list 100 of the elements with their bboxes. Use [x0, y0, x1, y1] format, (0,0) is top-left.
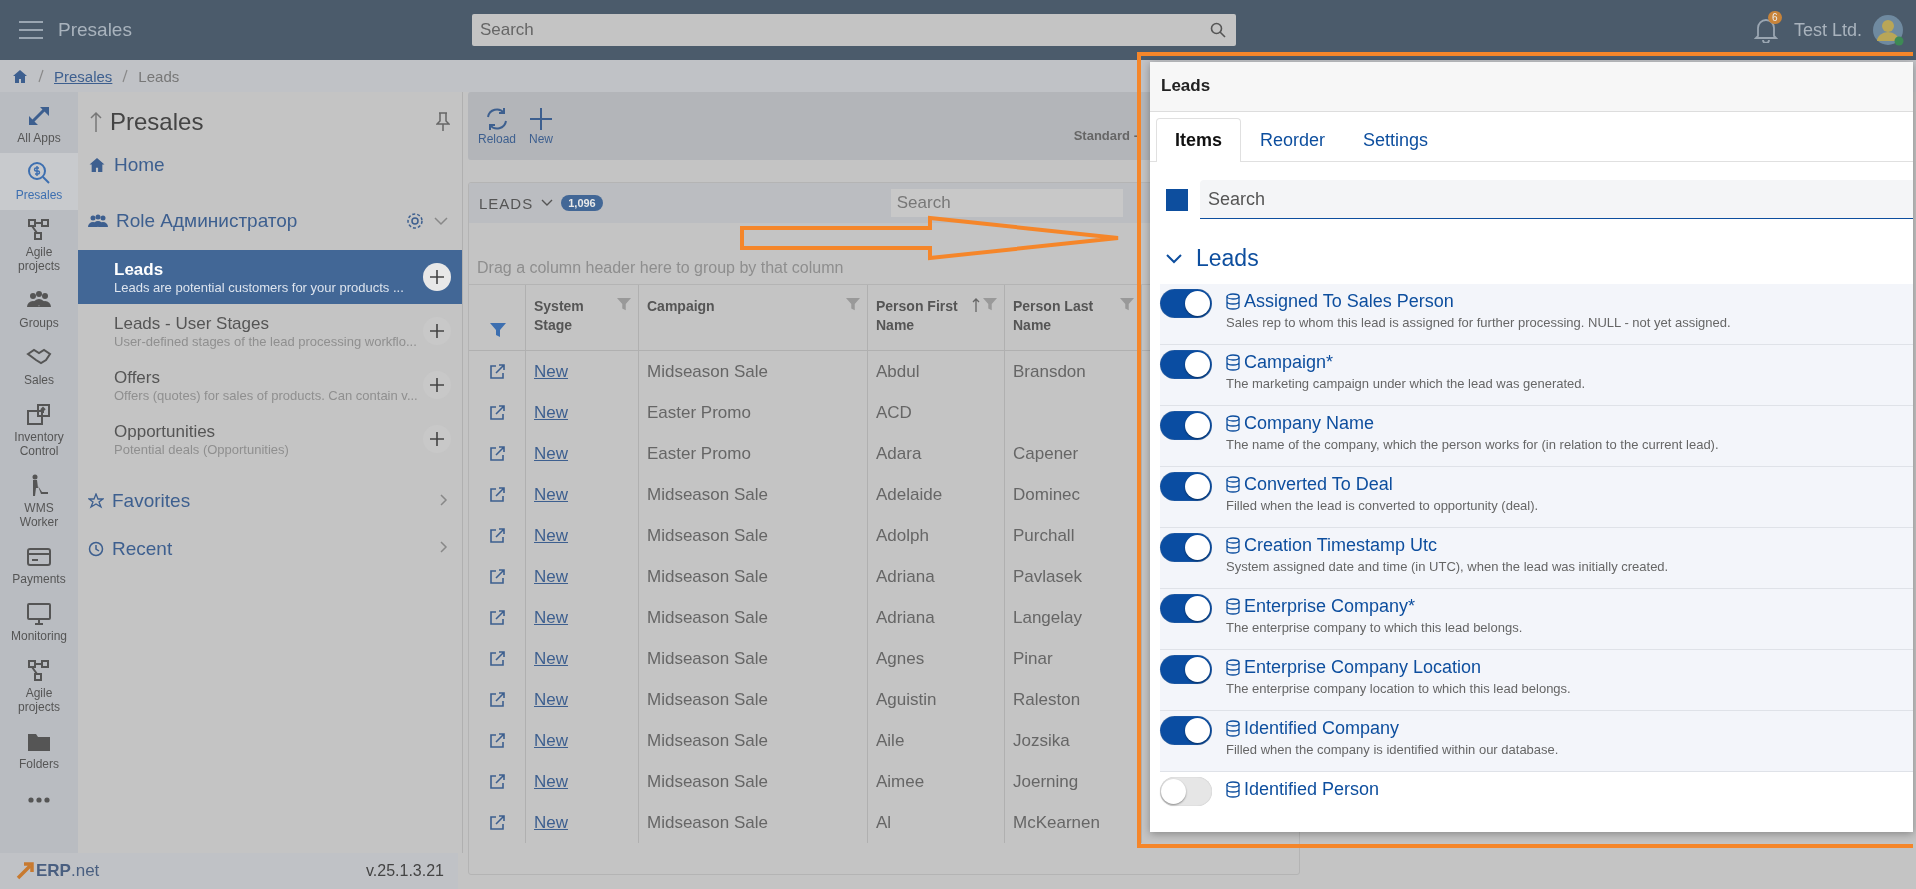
search-icon[interactable]	[1209, 22, 1226, 38]
toggle-switch[interactable]	[1160, 350, 1212, 380]
filter-icon[interactable]	[489, 322, 507, 338]
app-rail-item[interactable]: Groups	[0, 281, 78, 338]
up-arrow-icon[interactable]	[90, 111, 102, 133]
navigation-item-description: Leads are potential customers for your products ...	[114, 279, 405, 295]
grid-title[interactable]: LEADS	[479, 194, 534, 212]
add-button-icon[interactable]	[421, 262, 452, 292]
chevron-down-icon[interactable]	[433, 216, 448, 226]
app-rail-item[interactable]: Sales	[0, 338, 78, 395]
stage-link[interactable]: New	[534, 566, 568, 587]
toggle-switch[interactable]	[1160, 411, 1212, 441]
stage-link[interactable]: New	[534, 525, 568, 546]
tab[interactable]: Items	[1156, 117, 1242, 163]
more-icon[interactable]	[28, 797, 50, 803]
app-rail-item[interactable]: Monitoring	[0, 594, 78, 651]
app-rail-item[interactable]: WMS Worker	[0, 466, 78, 537]
open-record-icon[interactable]	[488, 567, 506, 586]
stage-link[interactable]: New	[534, 648, 568, 669]
table-cell: Midseason Sale	[647, 771, 768, 792]
column-header[interactable]: Campaign	[639, 285, 868, 351]
open-record-icon[interactable]	[488, 731, 506, 750]
toolbar-button[interactable]: New	[528, 106, 555, 146]
star-icon	[88, 493, 104, 509]
search-field[interactable]: Search	[890, 189, 1123, 217]
toolbar-button[interactable]: Reload	[478, 106, 517, 146]
home-link[interactable]: Home	[78, 154, 462, 176]
chevron-down-icon	[1166, 253, 1182, 264]
company-name[interactable]: Test Ltd.	[1793, 19, 1862, 41]
toggle-switch[interactable]	[1160, 594, 1212, 624]
table-cell: McKearnen	[1013, 812, 1100, 833]
toggle-switch[interactable]	[1160, 716, 1212, 746]
stage-link[interactable]: New	[534, 607, 568, 628]
open-record-icon[interactable]	[488, 690, 506, 709]
menu-icon[interactable]	[18, 20, 44, 40]
column-header[interactable]: Person First Name	[868, 285, 1005, 351]
app-rail-item[interactable]: Payments	[0, 537, 78, 594]
app-rail-item[interactable]: Inventory Control	[0, 395, 78, 466]
settings-icon[interactable]	[405, 212, 424, 230]
app-icon	[26, 218, 52, 242]
open-record-icon[interactable]	[488, 362, 506, 381]
database-icon	[1226, 537, 1240, 555]
toggle-switch[interactable]	[1160, 655, 1212, 685]
table-cell: Dominec	[1013, 484, 1081, 505]
search-field[interactable]: Search	[1200, 180, 1913, 220]
toggle-switch[interactable]	[1160, 289, 1212, 319]
table-cell: ACD	[876, 402, 912, 423]
open-record-icon[interactable]	[488, 403, 506, 422]
stage-link[interactable]: New	[534, 771, 568, 792]
search-field[interactable]: Search	[471, 14, 1236, 46]
role-section-header[interactable]: Role Администратор	[78, 210, 396, 232]
open-record-icon[interactable]	[488, 772, 506, 791]
stage-link[interactable]: New	[534, 402, 568, 423]
sort-arrow-icon[interactable]	[972, 297, 980, 313]
app-rail-item[interactable]: Agile projects	[0, 651, 78, 722]
select-all-checkbox[interactable]	[1166, 188, 1188, 211]
column-header[interactable]: Person Last Name	[1005, 285, 1142, 351]
toggle-switch[interactable]	[1160, 533, 1212, 563]
stage-link[interactable]: New	[534, 361, 568, 382]
table-cell: Adara	[876, 443, 922, 464]
open-record-icon[interactable]	[488, 485, 506, 504]
toggle-switch[interactable]	[1160, 777, 1212, 807]
open-record-icon[interactable]	[488, 608, 506, 627]
app-rail-item[interactable]: Folders	[0, 722, 78, 779]
app-icon	[26, 403, 52, 427]
table-cell: Pavlasek	[1013, 566, 1082, 587]
table-cell: Aimee	[876, 771, 925, 792]
app-rail-item[interactable]: Agile projects	[0, 210, 78, 281]
field-description: Filled when the company is identified within our database.	[1226, 742, 1559, 758]
chevron-right-icon[interactable]	[439, 541, 448, 553]
table-cell: Al	[876, 812, 892, 833]
stage-link[interactable]: New	[534, 689, 568, 710]
stage-link[interactable]: New	[534, 443, 568, 464]
pin-icon[interactable]	[435, 112, 450, 132]
tab[interactable]: Settings	[1344, 117, 1448, 163]
recent-section[interactable]: Recent	[78, 536, 462, 562]
tab[interactable]: Reorder	[1241, 117, 1345, 163]
column-header[interactable]: System Stage	[526, 285, 639, 351]
table-cell: Midseason Sale	[647, 607, 768, 628]
logo-icon	[16, 862, 34, 880]
table-cell: Jozsika	[1013, 730, 1070, 751]
stage-link[interactable]: New	[534, 484, 568, 505]
open-record-icon[interactable]	[488, 649, 506, 668]
app-rail-item[interactable]: All Apps	[0, 96, 78, 153]
navigation-item[interactable]: Leads Leads are potential customers for your products ...	[78, 250, 462, 304]
open-record-icon[interactable]	[488, 444, 506, 463]
stage-link[interactable]: New	[534, 812, 568, 833]
favorites-section[interactable]: Favorites	[78, 488, 462, 514]
open-record-icon[interactable]	[488, 526, 506, 545]
home-icon[interactable]	[12, 68, 28, 84]
app-rail-item[interactable]: Presales	[0, 153, 78, 210]
chevron-down-icon[interactable]	[541, 199, 554, 207]
chevron-right-icon[interactable]	[439, 494, 448, 506]
open-record-icon[interactable]	[488, 813, 506, 832]
stage-link[interactable]: New	[534, 730, 568, 751]
avatar-icon[interactable]	[1872, 14, 1904, 46]
table-cell: Bransdon	[1013, 361, 1086, 382]
toggle-switch[interactable]	[1160, 472, 1212, 502]
breadcrumb-link[interactable]: Presales	[54, 67, 113, 85]
database-icon	[1226, 415, 1240, 433]
